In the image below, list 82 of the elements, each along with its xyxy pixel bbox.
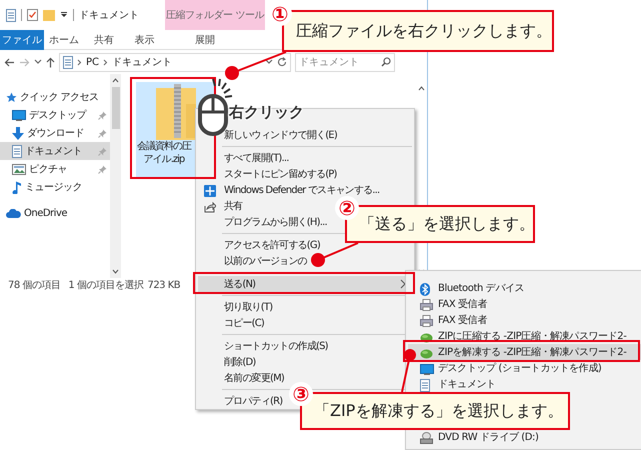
menu-item[interactable]: FAX 受信者 [408, 312, 493, 328]
pin-icon [98, 146, 107, 156]
menu-item[interactable]: ショートカットの作成(S) [198, 338, 334, 354]
document-icon [420, 378, 430, 392]
pointer-dot [404, 349, 416, 361]
menu-item[interactable]: ドキュメント [408, 376, 502, 392]
nav-item[interactable]: ダウンロード [0, 124, 110, 142]
monitor-icon [420, 364, 434, 375]
zip-folder-icon [154, 84, 198, 140]
refresh-icon[interactable] [277, 57, 287, 67]
printer-icon [420, 299, 433, 312]
menu-item[interactable]: FAX 受信者 [408, 296, 493, 312]
ribbon-tab[interactable]: ファイル [0, 30, 44, 50]
scroll-down-icon [112, 269, 119, 274]
nav-item[interactable]: ピクチャ [0, 160, 110, 178]
menu-item[interactable]: 切り取り(T) [198, 299, 278, 315]
breadcrumb-item[interactable]: ドキュメント [112, 54, 172, 70]
recent-locations-chevron-icon [34, 59, 42, 65]
pin-icon [98, 128, 107, 138]
selection-size: 723 KB [147, 278, 180, 292]
monitor-icon [12, 110, 26, 120]
document-icon [6, 8, 16, 22]
pin-icon [98, 164, 107, 174]
right-click-label: 右クリック [229, 102, 304, 123]
disc-drive-icon [420, 432, 433, 444]
address-bar[interactable]: PC ドキュメント [59, 52, 291, 72]
app-icon [420, 348, 433, 359]
scroll-up-icon [418, 86, 425, 91]
ribbon-tab[interactable]: 展開 [165, 30, 245, 50]
pin-icon [98, 110, 107, 120]
menu-item[interactable]: アクセスを許可する(G) [198, 237, 326, 253]
nav-item[interactable]: ドキュメント [0, 142, 110, 160]
menu-item[interactable]: Windows Defender でスキャンする... [198, 182, 386, 198]
menu-item[interactable]: 共有 [198, 198, 248, 214]
scroll-up-icon [112, 78, 119, 83]
up-arrow-icon[interactable] [46, 56, 55, 68]
menu-item[interactable]: DVD RW ドライブ (D:) [408, 429, 545, 445]
document-icon [63, 56, 73, 68]
music-note-icon [12, 180, 22, 194]
cloud-icon [6, 208, 21, 218]
menu-item[interactable]: デスクトップ (ショートカットを作成) [408, 360, 608, 376]
down-arrow-icon [12, 126, 24, 140]
app-icon [420, 332, 433, 343]
nav-item[interactable]: ミュージック [0, 178, 110, 196]
dropdown-caret-icon[interactable] [60, 12, 68, 18]
nav-item[interactable]: デスクトップ [0, 106, 110, 124]
bluetooth-icon [420, 282, 430, 296]
scroll-thumb[interactable] [112, 87, 120, 129]
checkmark-document-icon[interactable] [27, 9, 38, 21]
search-field[interactable]: ドキュメント [295, 52, 395, 72]
menu-item[interactable]: プログラムから開く(H)... [198, 214, 333, 230]
pointer-dot [225, 66, 239, 80]
menu-item[interactable]: ZIPを解凍する -ZIP圧縮・解凍パスワード2- [408, 344, 641, 360]
printer-icon [420, 315, 433, 328]
selection-status: 1 個の項目を選択 [68, 278, 144, 292]
submenu-chevron-icon [400, 279, 406, 289]
picture-icon [12, 164, 26, 174]
address-history-chevron-icon [265, 59, 273, 65]
menu-item[interactable]: コピー(C) [198, 315, 270, 331]
star-icon [6, 92, 17, 102]
window-title: ドキュメント [79, 8, 139, 22]
breadcrumb-chevron-icon [103, 58, 108, 66]
breadcrumb-chevron-icon [77, 58, 82, 66]
back-arrow-icon[interactable] [4, 58, 15, 66]
share-icon [204, 201, 216, 214]
ribbon-tab[interactable]: 表示 [124, 30, 165, 50]
nav-item[interactable]: クイック アクセス [0, 88, 110, 106]
breadcrumb-item[interactable]: PC [86, 54, 100, 70]
menu-item[interactable]: 名前の変更(M) [198, 370, 290, 386]
menu-item[interactable]: 以前のバージョンの [198, 253, 313, 269]
item-count: 78 個の項目 [8, 278, 60, 292]
scrollbar[interactable] [110, 74, 121, 278]
file-name: 会議資料の圧 アイル.zip [136, 140, 192, 166]
pointer-dot [311, 253, 325, 267]
contextual-tab-group: 圧縮フォルダー ツール [165, 0, 265, 30]
menu-item[interactable]: プロパティ(R) [198, 393, 288, 409]
nav-item[interactable]: OneDrive [0, 204, 110, 222]
search-icon [381, 56, 391, 66]
menu-item[interactable]: 削除(D) [198, 354, 262, 370]
document-icon [12, 144, 22, 158]
ribbon-tab[interactable]: ホーム [44, 30, 84, 50]
ribbon-tab[interactable]: 共有 [84, 30, 124, 50]
